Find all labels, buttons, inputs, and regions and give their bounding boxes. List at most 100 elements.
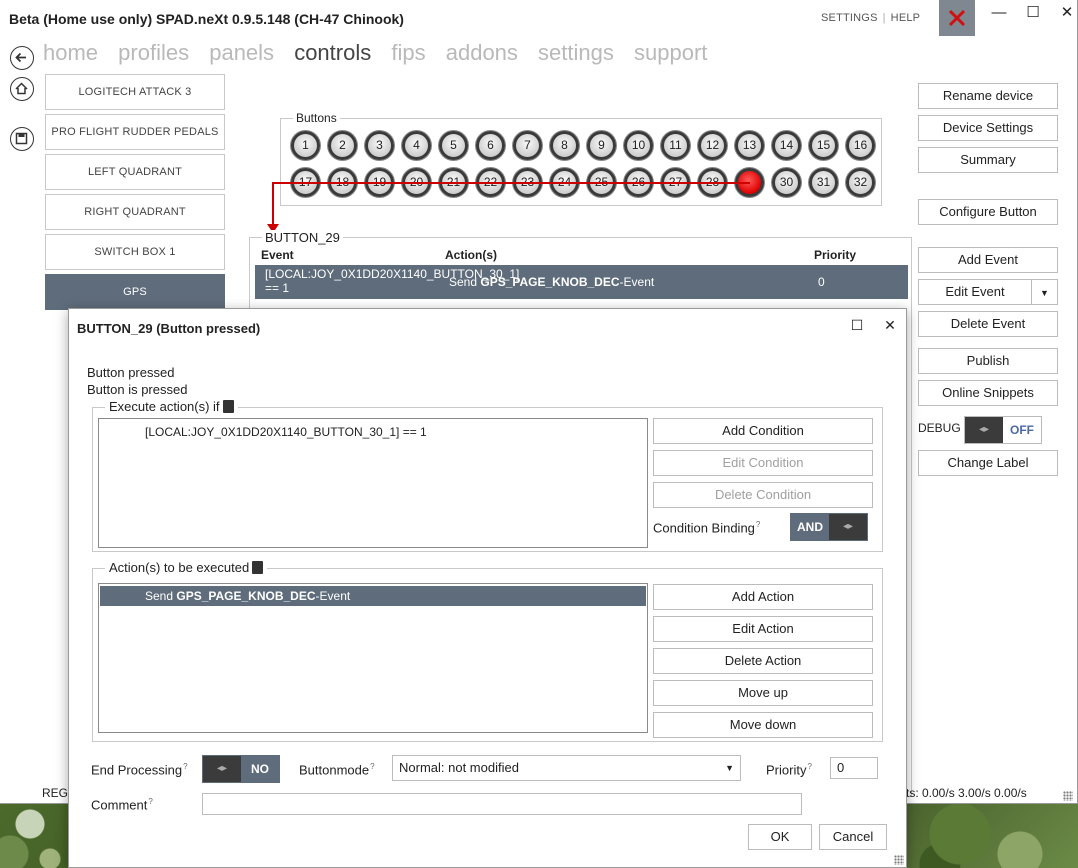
close-button[interactable]: ✕ <box>1049 0 1078 30</box>
edit-condition-button[interactable]: Edit Condition <box>653 450 873 476</box>
debug-toggle[interactable]: ◂▸ OFF <box>964 416 1042 444</box>
priority-text: Priority <box>766 762 807 778</box>
save-icon[interactable] <box>10 127 34 151</box>
end-processing-toggle[interactable]: ◂▸ NO <box>202 755 280 783</box>
cancel-button[interactable]: Cancel <box>819 824 887 850</box>
priority-label: Priority? <box>766 762 812 777</box>
priority-input[interactable]: 0 <box>830 757 878 779</box>
col-header-actions: Action(s) <box>445 248 497 262</box>
buttonmode-select[interactable]: Normal: not modified ▼ <box>392 755 741 781</box>
joystick-button[interactable]: 4 <box>402 131 431 160</box>
nav-profiles[interactable]: profiles <box>118 40 189 65</box>
add-event-button[interactable]: Add Event <box>918 247 1058 273</box>
joystick-button[interactable]: 8 <box>550 131 579 160</box>
nav-fips[interactable]: fips <box>391 40 425 65</box>
joystick-button[interactable]: 11 <box>661 131 690 160</box>
buttonmode-label: Buttonmode? <box>299 762 375 777</box>
joystick-button[interactable]: 12 <box>698 131 727 160</box>
maximize-button[interactable]: ☐ <box>1015 0 1051 30</box>
nav-settings[interactable]: settings <box>538 40 614 65</box>
home-icon[interactable] <box>10 77 34 101</box>
event-dialog: BUTTON_29 (Button pressed) ☐ ✕ Button pr… <box>68 308 907 868</box>
add-action-button[interactable]: Add Action <box>653 584 873 610</box>
edit-event-dropdown[interactable]: ▼ <box>1031 279 1058 305</box>
joystick-button[interactable]: 14 <box>772 131 801 160</box>
minimize-button[interactable]: — <box>981 0 1017 30</box>
comment-input[interactable] <box>202 793 802 815</box>
joystick-button[interactable]: 13 <box>735 131 764 160</box>
condition-binding-toggle[interactable]: AND ◂▸ <box>790 513 868 541</box>
condition-binding-value: AND <box>791 514 829 540</box>
joystick-button[interactable]: 32 <box>846 168 875 197</box>
device-item-gps[interactable]: GPS <box>45 274 225 310</box>
resize-grip-icon[interactable] <box>1063 791 1073 801</box>
joystick-button[interactable]: 16 <box>846 131 875 160</box>
nav-addons[interactable]: addons <box>446 40 518 65</box>
joystick-button[interactable]: 9 <box>587 131 616 160</box>
move-up-button[interactable]: Move up <box>653 680 873 706</box>
help-link[interactable]: HELP <box>891 12 921 24</box>
publish-button[interactable]: Publish <box>918 348 1058 374</box>
end-processing-text: End Processing <box>91 762 183 778</box>
device-item[interactable]: PRO FLIGHT RUDDER PEDALS <box>45 114 225 150</box>
rename-device-button[interactable]: Rename device <box>918 83 1058 109</box>
ok-button[interactable]: OK <box>748 824 812 850</box>
comment-text: Comment <box>91 797 148 813</box>
resize-grip-icon[interactable] <box>894 855 904 865</box>
conditions-label-text: Execute action(s) if <box>109 399 220 414</box>
actions-list[interactable]: Send GPS_PAGE_KNOB_DEC-Event <box>98 583 648 733</box>
delete-event-button[interactable]: Delete Event <box>918 311 1058 337</box>
buttonmode-value: Normal: not modified <box>399 760 519 775</box>
back-icon[interactable] <box>10 46 34 70</box>
joystick-button[interactable]: 15 <box>809 131 838 160</box>
action-prefix: Send <box>449 275 481 289</box>
title-bar: Beta (Home use only) SPAD.neXt 0.9.5.148… <box>0 0 1077 36</box>
online-snippets-button[interactable]: Online Snippets <box>918 380 1058 406</box>
nav-support[interactable]: support <box>634 40 707 65</box>
configure-button[interactable]: Configure Button <box>918 199 1058 225</box>
joystick-button[interactable]: 3 <box>365 131 394 160</box>
device-item[interactable]: LOGITECH ATTACK 3 <box>45 74 225 110</box>
joystick-button[interactable]: 6 <box>476 131 505 160</box>
buttons-panel-label: Buttons <box>293 111 340 125</box>
device-settings-button[interactable]: Device Settings <box>918 115 1058 141</box>
joystick-button[interactable]: 1 <box>291 131 320 160</box>
toggle-arrows-icon: ◂▸ <box>203 756 241 782</box>
list-item[interactable]: Send GPS_PAGE_KNOB_DEC-Event <box>100 586 646 606</box>
conditions-list[interactable]: [LOCAL:JOY_0X1DD20X1140_BUTTON_30_1] == … <box>98 418 648 548</box>
device-item[interactable]: SWITCH BOX 1 <box>45 234 225 270</box>
help-icon: ? <box>755 520 761 529</box>
move-down-button[interactable]: Move down <box>653 712 873 738</box>
list-item[interactable]: [LOCAL:JOY_0X1DD20X1140_BUTTON_30_1] == … <box>145 425 427 439</box>
delete-condition-button[interactable]: Delete Condition <box>653 482 873 508</box>
change-label-button[interactable]: Change Label <box>918 450 1058 476</box>
help-icon: ? <box>148 797 153 806</box>
joystick-button[interactable]: 5 <box>439 131 468 160</box>
joystick-button[interactable]: 10 <box>624 131 653 160</box>
condition-binding-label: Condition Binding? <box>653 520 760 535</box>
summary-button[interactable]: Summary <box>918 147 1058 173</box>
joystick-button[interactable]: 31 <box>809 168 838 197</box>
joystick-button[interactable]: 2 <box>328 131 357 160</box>
settings-link[interactable]: SETTINGS <box>821 12 878 24</box>
nav-home[interactable]: home <box>43 40 98 65</box>
link-line <box>273 182 750 184</box>
book-icon <box>252 561 264 574</box>
delete-action-button[interactable]: Delete Action <box>653 648 873 674</box>
joystick-button[interactable]: 7 <box>513 131 542 160</box>
nav-panels[interactable]: panels <box>209 40 274 65</box>
dialog-close-button[interactable]: ✕ <box>876 313 904 337</box>
device-item[interactable]: LEFT QUADRANT <box>45 154 225 190</box>
device-item[interactable]: RIGHT QUADRANT <box>45 194 225 230</box>
joystick-button[interactable]: 30 <box>772 168 801 197</box>
nav-controls[interactable]: controls <box>294 40 371 65</box>
add-condition-button[interactable]: Add Condition <box>653 418 873 444</box>
main-nav: home profiles panels controls fips addon… <box>43 40 721 66</box>
dialog-maximize-button[interactable]: ☐ <box>843 313 871 337</box>
app-close-button[interactable] <box>939 0 975 36</box>
edit-action-button[interactable]: Edit Action <box>653 616 873 642</box>
chevron-down-icon: ▼ <box>725 763 734 773</box>
edit-event-button[interactable]: Edit Event <box>918 279 1032 305</box>
table-row[interactable]: [LOCAL:JOY_0X1DD20X1140_BUTTON_30_1] == … <box>255 265 908 299</box>
top-links: SETTINGS | HELP <box>821 12 920 24</box>
